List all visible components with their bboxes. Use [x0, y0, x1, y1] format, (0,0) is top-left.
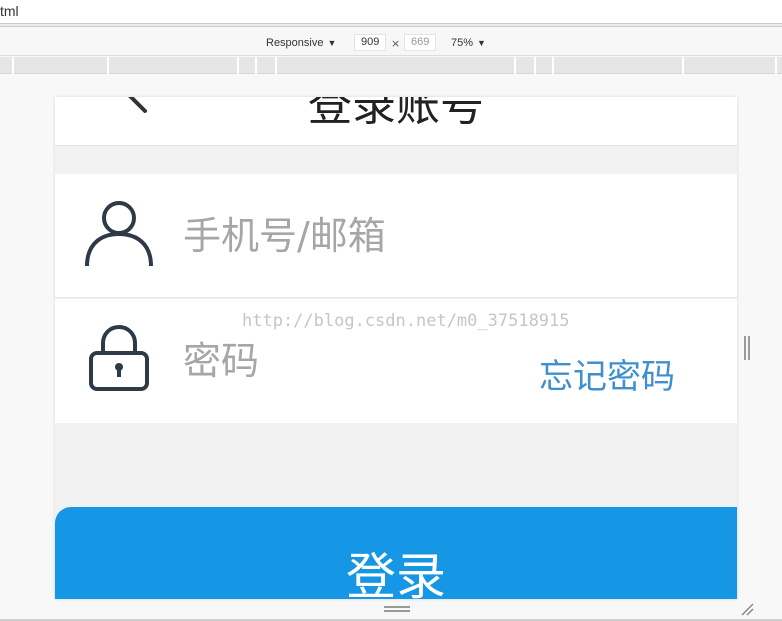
device-mode-dropdown[interactable]: Responsive ▼	[266, 37, 336, 49]
device-toolbar: Responsive ▼ 909 × 669 75% ▼	[0, 28, 782, 56]
dimension-separator: ×	[391, 37, 401, 50]
media-query-marker[interactable]	[255, 57, 257, 74]
zoom-label: 75%	[451, 37, 474, 49]
page-title: 登录账号	[308, 97, 484, 131]
media-query-bar[interactable]	[0, 57, 782, 74]
user-icon	[85, 201, 153, 267]
forgot-password-link[interactable]: 忘记密码	[539, 349, 675, 398]
media-query-marker[interactable]	[552, 57, 554, 74]
lock-icon	[89, 324, 149, 391]
password-row: 忘记密码	[55, 299, 737, 423]
url-text: tml	[0, 3, 19, 19]
media-query-marker[interactable]	[534, 57, 536, 74]
media-query-marker[interactable]	[682, 57, 684, 74]
caret-down-icon: ▼	[477, 38, 486, 48]
address-bar-divider	[0, 24, 782, 27]
page-header: 登录账号	[55, 97, 737, 146]
resize-corner-icon[interactable]	[740, 602, 754, 616]
caret-down-icon: ▼	[327, 38, 337, 48]
media-query-marker[interactable]	[107, 57, 109, 74]
viewport-height-input[interactable]: 669	[404, 34, 437, 51]
resize-handle-right[interactable]	[744, 336, 750, 360]
media-query-marker[interactable]	[237, 57, 239, 74]
address-bar[interactable]: tml	[0, 0, 782, 24]
media-query-marker[interactable]	[775, 57, 777, 74]
password-input[interactable]	[183, 335, 543, 387]
media-query-marker[interactable]	[514, 57, 516, 74]
resize-handle-bottom[interactable]	[384, 606, 410, 612]
media-query-marker[interactable]	[275, 57, 277, 74]
zoom-dropdown[interactable]: 75% ▼	[451, 37, 486, 49]
device-mode-label: Responsive	[266, 37, 324, 49]
username-row	[55, 174, 737, 298]
device-viewport: 登录账号 忘记密码 登录	[55, 97, 737, 599]
media-query-marker[interactable]	[12, 57, 14, 74]
username-input[interactable]	[183, 210, 543, 262]
login-button[interactable]: 登录	[55, 507, 737, 599]
viewport-width-input[interactable]: 909	[354, 34, 387, 51]
